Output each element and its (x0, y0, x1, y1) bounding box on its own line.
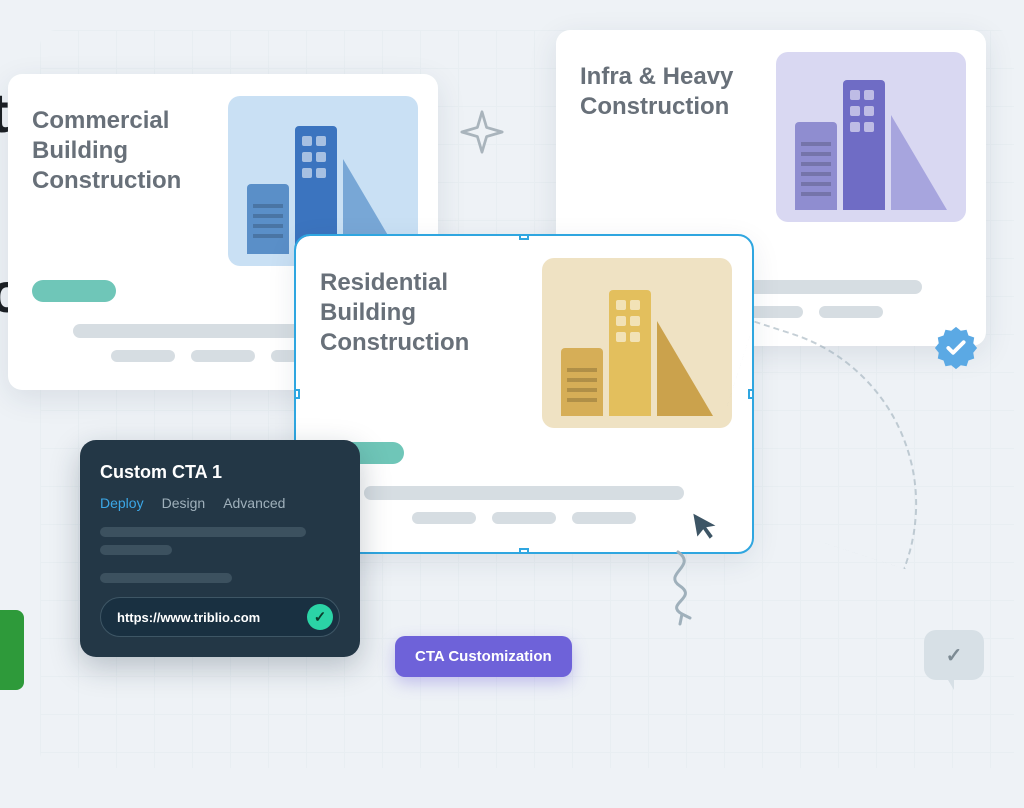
card-infra-illustration (776, 52, 966, 222)
card-residential-illustration (542, 258, 732, 428)
cropped-green-button (0, 610, 24, 690)
card-commercial-pill (32, 280, 116, 302)
url-input[interactable]: https://www.triblio.com ✓ (100, 597, 340, 637)
custom-cta-panel[interactable]: Custom CTA 1 Deploy Design Advanced http… (80, 440, 360, 657)
placeholder-line (819, 306, 883, 318)
custom-cta-title: Custom CTA 1 (100, 462, 340, 483)
cursor-icon (689, 506, 724, 545)
verified-badge-icon (933, 325, 979, 371)
card-infra-title: Infra & Heavy Construction (580, 52, 762, 222)
card-residential-title: Residential Building Construction (320, 258, 528, 428)
placeholder-line (364, 486, 683, 500)
tab-design[interactable]: Design (162, 495, 206, 511)
squiggle-arrow-icon (658, 548, 708, 628)
url-input-value: https://www.triblio.com (117, 610, 260, 625)
card-commercial-title: Commercial Building Construction (32, 96, 214, 266)
placeholder-line (100, 545, 172, 555)
resize-handle[interactable] (296, 236, 300, 240)
cta-customization-button[interactable]: CTA Customization (395, 636, 572, 677)
placeholder-line (572, 512, 636, 524)
check-icon: ✓ (307, 604, 333, 630)
card-residential-selected[interactable]: Residential Building Construction (296, 236, 752, 552)
tab-deploy[interactable]: Deploy (100, 495, 144, 511)
placeholder-line (191, 350, 255, 362)
placeholder-line (100, 573, 232, 583)
resize-handle[interactable] (748, 236, 752, 240)
resize-handle[interactable] (296, 389, 300, 399)
resize-handle[interactable] (519, 236, 529, 240)
chat-bubble-icon: ✓ (924, 630, 984, 680)
resize-handle[interactable] (519, 548, 529, 552)
placeholder-line (492, 512, 556, 524)
sparkle-icon (460, 110, 504, 154)
tab-advanced[interactable]: Advanced (223, 495, 285, 511)
placeholder-line (100, 527, 306, 537)
placeholder-line (111, 350, 175, 362)
resize-handle[interactable] (748, 548, 752, 552)
placeholder-line (412, 512, 476, 524)
